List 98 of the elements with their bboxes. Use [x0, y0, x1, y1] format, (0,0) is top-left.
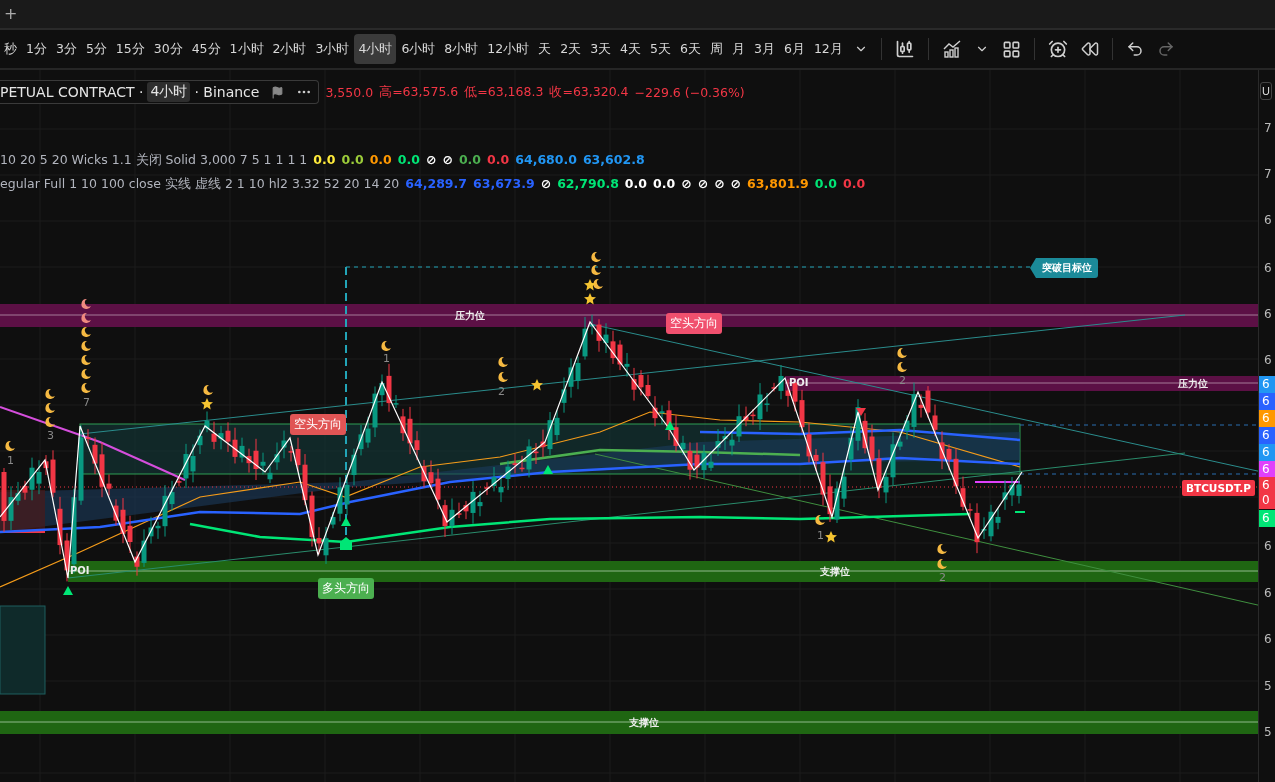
indicator-value: ⊘ [442, 152, 453, 169]
interval-button[interactable]: 2小时 [268, 34, 311, 64]
indicator-value: 0.0 [458, 152, 482, 169]
bullish-badge: 多头方向 [318, 578, 374, 599]
price-label: 6 [1264, 632, 1272, 646]
price-tag: 6 [1259, 393, 1275, 410]
wave-count: 1 [383, 352, 390, 365]
ohlc-value: 低=63,168.3 [464, 83, 544, 101]
wave-count: 2 [498, 385, 505, 398]
interval-button[interactable]: 3月 [749, 34, 779, 64]
price-label: 7 [1264, 167, 1272, 181]
price-tag: 6 [1259, 427, 1275, 444]
indicator-value: 62,790.8 [557, 176, 619, 193]
symbol-legend[interactable]: PETUAL CONTRACT · 4小时 · Binance [0, 80, 320, 104]
indicator-value: 64,680.0 [515, 152, 577, 169]
interval-button[interactable]: 45分 [187, 34, 225, 64]
interval-button[interactable]: 8小时 [440, 34, 483, 64]
symbol-name: PETUAL CONTRACT · [0, 84, 144, 100]
poi-label: POI [789, 377, 809, 388]
wave-count: 2 [899, 374, 906, 387]
bearish-badge: 空头方向 [666, 313, 722, 334]
interval-button[interactable]: 12月 [809, 34, 847, 64]
interval-button[interactable]: 天 [534, 34, 556, 64]
price-tag: 6 [1259, 410, 1275, 427]
interval-button[interactable]: 1分 [22, 34, 51, 64]
poi-label: POI [70, 565, 90, 576]
new-tab-button[interactable]: + [0, 4, 22, 24]
indicator-value: 63,602.8 [582, 152, 645, 169]
indicator-value: 0.0 [341, 152, 364, 169]
zone-label: 支撑位 [629, 716, 659, 730]
interval-button[interactable]: 12小时 [483, 34, 534, 64]
indicator-value: 0.0 [814, 176, 837, 193]
interval-button[interactable]: 15分 [111, 34, 149, 64]
indicator-value: ⊘ [681, 176, 692, 193]
price-label: 6 [1264, 586, 1272, 600]
wave-count: 2 [939, 571, 946, 584]
indicator-params: 10 20 5 20 Wicks 1.1 关闭 Solid 3,000 7 5 1 1 1 1 [0, 152, 308, 169]
indicator-value: ⊘ [730, 176, 742, 193]
wave-count: 7 [83, 396, 90, 409]
interval-button[interactable]: 4天 [616, 34, 646, 64]
symbol-tag: BTCUSDT.P [1182, 480, 1255, 496]
indicator-value: 0.0 [487, 152, 510, 169]
price-tag: 6 0 [1259, 477, 1275, 509]
indicator-params: egular Full 1 10 100 close 实线 虚线 2 1 10 hl2 3.32 52 20 14 20 [0, 176, 400, 193]
zone-label: 支撑位 [820, 565, 850, 579]
interval-button[interactable]: 5分 [81, 34, 111, 64]
interval-button[interactable]: 3小时 [311, 34, 354, 64]
indicator-value: ⊘ [714, 176, 725, 193]
interval-button[interactable]: 6小时 [397, 34, 440, 64]
indicator-value: 0.0 [397, 152, 420, 169]
price-label: 5 [1264, 679, 1272, 693]
indicator-value: 0.0 [369, 152, 392, 169]
price-tag: 6 [1259, 444, 1275, 461]
interval-button[interactable]: 3分 [51, 34, 81, 64]
interval-button[interactable]: 1小时 [225, 34, 268, 64]
interval-button[interactable]: 2天 [556, 34, 586, 64]
indicator-value: 64,289.7 [405, 176, 467, 193]
price-label: 6 [1264, 307, 1272, 321]
wave-count: 3 [47, 429, 54, 442]
interval-button[interactable]: 5天 [646, 34, 675, 64]
interval-button[interactable]: 周 [705, 34, 727, 64]
indicator-value: ⊘ [540, 176, 552, 193]
exchange-name: · Binance [194, 84, 260, 100]
price-label: 5 [1264, 725, 1272, 739]
price-label: 6 [1264, 213, 1272, 227]
ohlc-value: 3,550.0 [325, 84, 374, 100]
target-badge: 突破目标位 [1030, 258, 1098, 278]
indicator-value: 63,673.9 [473, 176, 535, 193]
price-label: 7 [1264, 121, 1272, 135]
interval-button[interactable]: 4小时 [354, 34, 397, 64]
price-tag: 6 [1259, 376, 1275, 393]
interval-button[interactable]: 秒 [0, 34, 21, 64]
price-tag: 6 [1259, 510, 1275, 527]
interval-button[interactable]: 6天 [676, 34, 705, 64]
interval-label: 4小时 [147, 82, 191, 102]
wave-count: 1 [817, 529, 824, 542]
interval-button[interactable]: 6月 [779, 34, 809, 64]
indicator-value: 0.0 [624, 176, 647, 193]
price-label: 6 [1264, 539, 1272, 553]
indicator-value: 0.0 [313, 152, 336, 169]
interval-button[interactable]: 月 [727, 34, 749, 64]
ohlc-value: −229.6 (−0.36%) [634, 84, 745, 100]
price-label: 6 [1264, 261, 1272, 275]
interval-button[interactable]: 3天 [586, 34, 616, 64]
indicator-value: 0.0 [842, 176, 866, 193]
zone-label: 压力位 [1178, 377, 1208, 391]
indicator-value: 63,801.9 [747, 176, 809, 193]
indicator-value: ⊘ [425, 152, 437, 169]
price-label: 6 [1264, 353, 1272, 367]
ohlc-value: 高=63,575.6 [379, 83, 459, 101]
bearish-badge: 空头方向 [290, 414, 346, 435]
ohlc-value: 收=63,320.4 [549, 83, 629, 101]
indicator-value: 0.0 [653, 176, 676, 193]
indicator-value: ⊘ [697, 176, 709, 193]
currency-button[interactable]: U [1260, 82, 1272, 100]
zone-label: 压力位 [455, 309, 485, 323]
wave-count: 1 [7, 454, 14, 467]
interval-button[interactable]: 30分 [149, 34, 187, 64]
